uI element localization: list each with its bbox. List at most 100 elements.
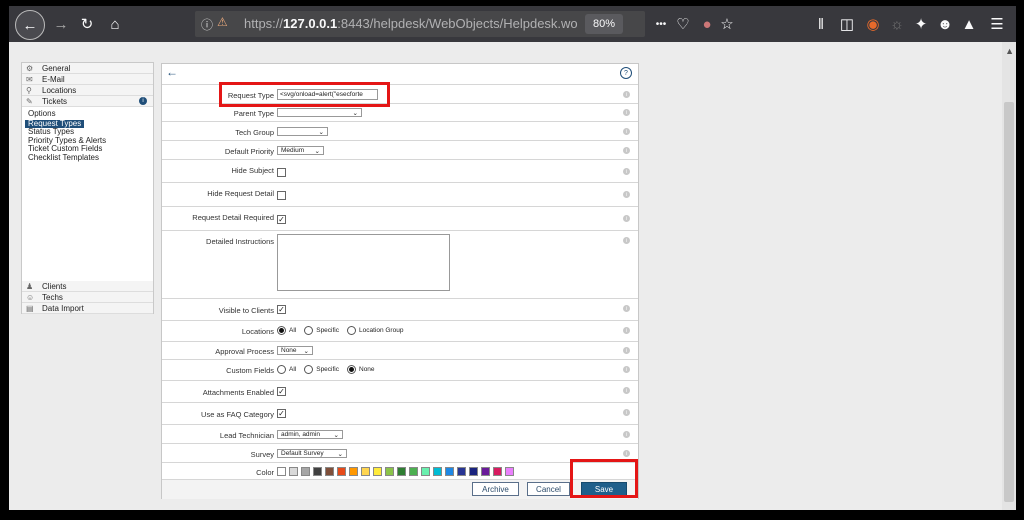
locations-all-radio[interactable] <box>277 326 286 335</box>
info-icon: i <box>623 128 630 135</box>
import-icon: ▤ <box>26 303 34 313</box>
help-icon[interactable]: ? <box>620 67 632 79</box>
addon-icon[interactable]: ☼ <box>885 12 909 36</box>
vertical-scrollbar[interactable]: ▲ <box>1002 42 1016 510</box>
tickets-info-icon[interactable]: i <box>139 97 147 105</box>
archive-button[interactable]: Archive <box>472 482 519 496</box>
settings-sidebar: ⚙ General ✉ E-Mail ⚲ Locations ✎ Tickets i O… <box>21 62 154 314</box>
info-icon: i <box>623 366 630 373</box>
request-detail-required-checkbox[interactable]: ✓ <box>277 215 286 224</box>
menu-icon[interactable]: ☰ <box>985 12 1009 36</box>
pocket-icon[interactable]: ♡ <box>671 12 695 36</box>
hide-subject-checkbox[interactable] <box>277 168 286 177</box>
save-button[interactable]: Save <box>581 482 627 496</box>
row-attachments-enabled: Attachments Enabled ✓ i <box>162 380 638 403</box>
scroll-up-icon[interactable]: ▲ <box>1005 46 1014 56</box>
location-pin-icon: ⚲ <box>26 85 32 95</box>
color-swatch[interactable] <box>349 467 358 476</box>
sidebar-item-data-import[interactable]: ▤ Data Import <box>22 303 153 314</box>
url-text[interactable]: https://127.0.0.1:8443/helpdesk/WebObjec… <box>244 16 578 31</box>
use-as-faq-checkbox[interactable]: ✓ <box>277 409 286 418</box>
approval-process-select[interactable]: None ⌄ <box>277 346 313 355</box>
page-actions-icon[interactable]: ••• <box>649 12 673 36</box>
info-icon: i <box>623 327 630 334</box>
home-icon[interactable]: ⌂ <box>103 12 127 36</box>
sidebar-subitem-options[interactable]: Options <box>22 109 153 119</box>
color-swatch[interactable] <box>433 467 442 476</box>
color-swatch[interactable] <box>337 467 346 476</box>
forward-arrow-icon[interactable]: → <box>49 12 73 36</box>
library-icon[interactable]: ‖ <box>809 12 833 36</box>
custom-fields-all-radio[interactable] <box>277 365 286 374</box>
color-swatch[interactable] <box>277 467 286 476</box>
info-icon[interactable]: ⓘ <box>201 16 213 33</box>
scrollbar-thumb[interactable] <box>1004 102 1014 502</box>
row-request-type: Request Type <svg/onload=alert("esecfort… <box>162 84 638 104</box>
clients-icon: ♟ <box>26 281 34 291</box>
sidebar-subitem-checklist-templates[interactable]: Checklist Templates <box>22 153 153 163</box>
back-arrow-icon[interactable]: ← <box>166 65 178 79</box>
request-type-form: ← ? Request Type <svg/onload=alert("esec… <box>161 63 639 499</box>
color-swatch[interactable] <box>373 467 382 476</box>
color-swatches <box>277 467 517 476</box>
request-detail-required-label: Request Detail Required <box>192 213 274 222</box>
color-swatch[interactable] <box>361 467 370 476</box>
color-swatch[interactable] <box>481 467 490 476</box>
tech-group-select[interactable]: ⌄ <box>277 127 328 136</box>
sidebar-item-general[interactable]: ⚙ General <box>22 63 153 74</box>
sidebar-item-locations[interactable]: ⚲ Locations <box>22 85 153 96</box>
color-swatch[interactable] <box>313 467 322 476</box>
sidebar-item-email[interactable]: ✉ E-Mail <box>22 74 153 85</box>
visible-to-clients-checkbox[interactable]: ✓ <box>277 305 286 314</box>
color-swatch[interactable] <box>505 467 514 476</box>
locations-group-radio[interactable] <box>347 326 356 335</box>
attachments-enabled-checkbox[interactable]: ✓ <box>277 387 286 396</box>
custom-fields-none-radio[interactable] <box>347 365 356 374</box>
addon-3-icon[interactable]: ▲ <box>957 12 981 36</box>
lead-technician-select[interactable]: admin, admin ⌄ <box>277 430 343 439</box>
sidebar-item-clients[interactable]: ♟ Clients <box>22 281 153 292</box>
zoom-level[interactable]: 80% <box>585 14 623 34</box>
color-swatch[interactable] <box>325 467 334 476</box>
request-type-input[interactable]: <svg/onload=alert("esecforte <box>277 89 378 100</box>
color-swatch[interactable] <box>301 467 310 476</box>
reload-icon[interactable]: ↻ <box>75 12 99 36</box>
back-arrow-icon[interactable]: ← <box>15 10 45 40</box>
detailed-instructions-textarea[interactable] <box>277 234 450 291</box>
account-icon[interactable]: ☻ <box>933 12 957 36</box>
color-swatch[interactable] <box>493 467 502 476</box>
url-bar[interactable]: ⓘ ⚠ https://127.0.0.1:8443/helpdesk/WebO… <box>195 11 645 37</box>
row-parent-type: Parent Type ⌄ i <box>162 103 638 122</box>
default-priority-select[interactable]: Medium ⌄ <box>277 146 324 155</box>
parent-type-select[interactable]: ⌄ <box>277 108 362 117</box>
hide-request-detail-checkbox[interactable] <box>277 191 286 200</box>
addon-2-icon[interactable]: ✦ <box>909 12 933 36</box>
color-swatch[interactable] <box>397 467 406 476</box>
color-swatch[interactable] <box>289 467 298 476</box>
info-icon: i <box>623 109 630 116</box>
sidebar-toggle-icon[interactable]: ◫ <box>835 12 859 36</box>
firefox-extension-icon[interactable]: ◉ <box>861 12 885 36</box>
color-swatch[interactable] <box>469 467 478 476</box>
color-swatch[interactable] <box>445 467 454 476</box>
custom-fields-specific-radio[interactable] <box>304 365 314 374</box>
chevron-down-icon: ⌄ <box>314 147 320 155</box>
row-lead-technician: Lead Technician admin, admin ⌄ i <box>162 424 638 444</box>
locations-group-text: Location Group <box>359 327 404 334</box>
insecure-lock-icon[interactable]: ⚠ <box>217 15 228 29</box>
info-icon: i <box>623 191 630 198</box>
color-swatch[interactable] <box>385 467 394 476</box>
locations-label: Locations <box>241 327 274 336</box>
sidebar-item-techs[interactable]: ☺ Techs <box>22 292 153 303</box>
bookmark-star-icon[interactable]: ☆ <box>715 12 739 36</box>
row-detailed-instructions: Detailed Instructions i <box>162 230 638 299</box>
cancel-button[interactable]: Cancel <box>527 482 570 496</box>
locations-specific-radio[interactable] <box>304 326 314 335</box>
survey-select[interactable]: Default Survey ⌄ <box>277 449 347 458</box>
color-swatch[interactable] <box>421 467 430 476</box>
sidebar-item-tickets[interactable]: ✎ Tickets i <box>22 96 153 107</box>
color-swatch[interactable] <box>457 467 466 476</box>
approval-process-label: Approval Process <box>215 347 274 356</box>
color-swatch[interactable] <box>409 467 418 476</box>
custom-fields-label: Custom Fields <box>226 366 274 375</box>
